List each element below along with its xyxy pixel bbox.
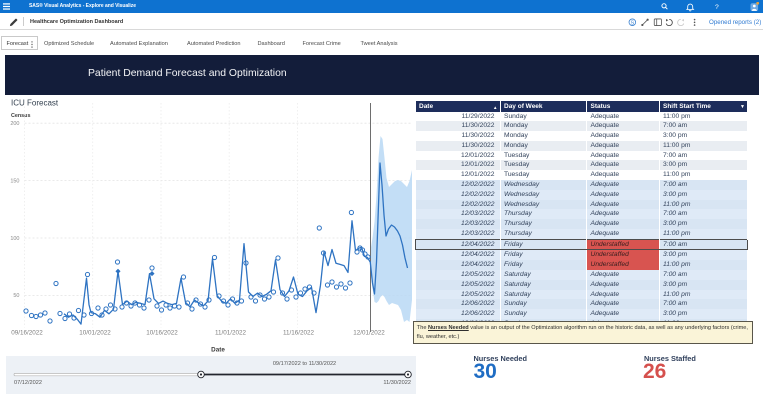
svg-text:11/16/2022: 11/16/2022 <box>283 330 315 337</box>
svg-text:09/16/2022: 09/16/2022 <box>11 330 43 337</box>
svg-text:Census: Census <box>11 113 30 119</box>
svg-text:Date: Date <box>211 347 225 354</box>
svg-text:50: 50 <box>13 293 19 299</box>
svg-text:10/16/2022: 10/16/2022 <box>146 330 178 337</box>
svg-text:100: 100 <box>10 236 19 242</box>
svg-text:ICU Forecast: ICU Forecast <box>11 99 59 108</box>
svg-text:?: ? <box>715 4 719 11</box>
svg-text:200: 200 <box>10 121 19 127</box>
svg-text:S: S <box>631 20 635 26</box>
svg-text:12/01/2022: 12/01/2022 <box>353 330 385 337</box>
svg-text:11/01/2022: 11/01/2022 <box>215 330 247 337</box>
svg-text:150: 150 <box>10 178 19 184</box>
svg-text:10/01/2022: 10/01/2022 <box>79 330 111 337</box>
